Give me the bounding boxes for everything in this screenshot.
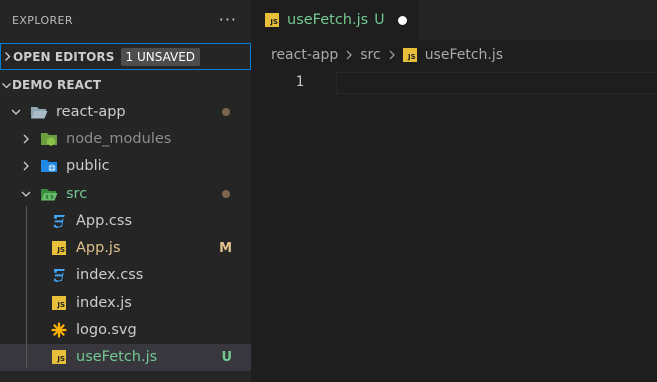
- tree-item-label: node_modules: [66, 130, 172, 147]
- css-file-icon: [50, 212, 68, 230]
- chevron-down-icon: [8, 104, 24, 120]
- open-editors-section[interactable]: OPEN EDITORS 1 UNSAVED: [0, 43, 251, 70]
- project-label: DEMO REACT: [12, 78, 102, 92]
- project-section[interactable]: DEMO REACT: [0, 72, 251, 98]
- chevron-right-icon: [387, 49, 397, 61]
- chevron-down-icon: [18, 186, 34, 202]
- js-file-icon: JS: [50, 294, 68, 312]
- open-editors-label: OPEN EDITORS: [13, 49, 115, 64]
- unsaved-badge: 1 UNSAVED: [120, 47, 201, 66]
- explorer-sidebar: EXPLORER ··· OPEN EDITORS 1 UNSAVED DEMO…: [0, 0, 251, 382]
- breadcrumb: react-app src JS useFetch.js: [251, 40, 657, 70]
- js-file-icon: JS: [50, 348, 68, 366]
- breadcrumb-item[interactable]: react-app: [271, 47, 338, 63]
- tree-item-src[interactable]: src: [0, 180, 251, 207]
- tree-item-logo-svg[interactable]: logo.svg: [0, 316, 251, 343]
- code-line[interactable]: 1: [251, 72, 657, 94]
- tree-item-label: index.css: [76, 267, 144, 284]
- unsaved-dot-icon[interactable]: [398, 15, 408, 25]
- chevron-right-icon: [18, 131, 34, 147]
- nodejs-folder-icon: [40, 130, 58, 148]
- explorer-title: EXPLORER: [12, 13, 73, 27]
- tree-item-public[interactable]: public: [0, 153, 251, 180]
- js-file-icon: JS: [50, 239, 68, 257]
- tree-item-node-modules[interactable]: node_modules: [0, 125, 251, 152]
- svg-file-icon: [50, 321, 68, 339]
- tree-item-react-app[interactable]: react-app: [0, 98, 251, 125]
- chevron-right-icon: [2, 51, 13, 62]
- git-status-badge: U: [374, 12, 385, 28]
- git-status-badge: M: [219, 240, 232, 256]
- tree-item-index-css[interactable]: index.css: [0, 262, 251, 289]
- status-dot: [222, 107, 230, 116]
- git-status-badge: U: [221, 349, 232, 365]
- indent-guide: [26, 206, 27, 368]
- chevron-down-icon: [1, 80, 12, 91]
- public-folder-icon: [40, 157, 58, 175]
- tab-label: useFetch.js: [287, 12, 369, 28]
- tab-usefetch-js[interactable]: JS useFetch.js U: [251, 0, 420, 40]
- src-folder-open-icon: [40, 185, 58, 203]
- explorer-header: EXPLORER ···: [0, 0, 251, 40]
- tree-item-label: useFetch.js: [76, 349, 158, 366]
- tree-item-label: App.js: [76, 240, 121, 257]
- more-actions-icon[interactable]: ···: [219, 12, 237, 28]
- chevron-right-icon: [18, 158, 34, 174]
- tree-item-index-js[interactable]: JS index.js: [0, 289, 251, 316]
- editor-area: JS useFetch.js U react-app src JS useFet…: [251, 0, 657, 382]
- line-number: 1: [295, 74, 304, 90]
- breadcrumb-item[interactable]: src: [360, 47, 380, 63]
- js-file-icon: JS: [402, 48, 417, 62]
- tree-item-label: App.css: [76, 212, 133, 229]
- status-dot: [222, 189, 230, 198]
- tree-item-label: public: [66, 158, 110, 175]
- tree-item-label: index.js: [76, 294, 132, 311]
- tree-item-app-css[interactable]: App.css: [0, 207, 251, 234]
- tree-item-label: logo.svg: [76, 322, 137, 339]
- tree-item-app-js[interactable]: JS App.js M: [0, 234, 251, 261]
- tree-item-label: src: [66, 185, 88, 202]
- tree-item-usefetch-js[interactable]: JS useFetch.js U: [0, 343, 251, 371]
- js-file-icon: JS: [265, 13, 279, 27]
- tree-item-label: react-app: [56, 103, 126, 120]
- chevron-right-icon: [344, 49, 354, 61]
- folder-open-icon: [30, 103, 48, 121]
- file-tree: react-app node_modules public src App.cs…: [0, 98, 251, 371]
- current-line-highlight[interactable]: [336, 72, 657, 94]
- tab-bar: JS useFetch.js U: [251, 0, 657, 40]
- css-file-icon: [50, 266, 68, 284]
- breadcrumb-item[interactable]: useFetch.js: [425, 47, 503, 63]
